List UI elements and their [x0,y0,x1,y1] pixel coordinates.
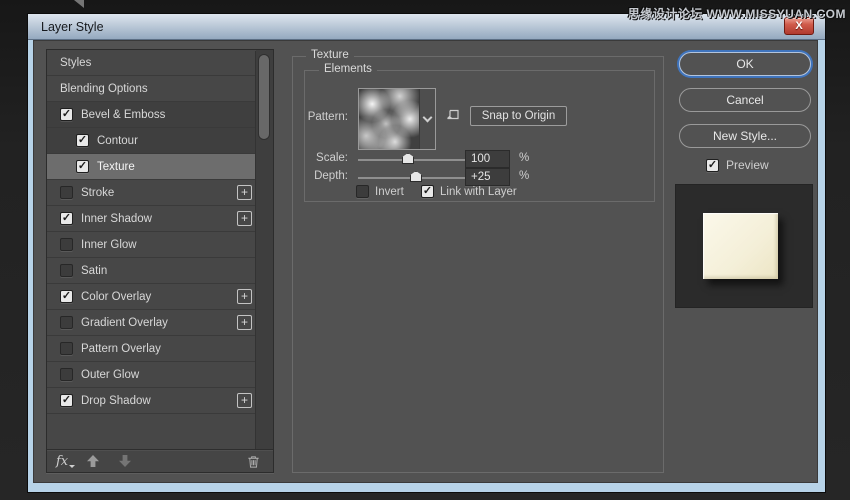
sidebar-item-label: Gradient Overlay [81,316,168,329]
layer-style-dialog: Layer Style X StylesBlending OptionsBeve… [28,14,825,492]
chevron-down-icon [422,112,433,122]
ok-button[interactable]: OK [679,52,811,76]
fx-menu-button[interactable]: fx [56,454,76,469]
sidebar-item-label: Texture [97,160,135,173]
snap-to-origin-button[interactable]: Snap to Origin [470,106,567,126]
effect-checkbox[interactable] [60,316,73,329]
effect-checkbox[interactable] [60,342,73,355]
add-effect-instance-button[interactable]: + [237,393,252,408]
texture-panel: Texture Elements Pattern: Snap to Origin… [292,49,664,473]
sidebar-item-bevel-emboss[interactable]: Bevel & Emboss [47,102,256,128]
add-effect-instance-button[interactable]: + [237,289,252,304]
sidebar-item-stroke[interactable]: Stroke + [47,180,256,206]
depth-slider-thumb[interactable] [410,171,422,182]
effect-checkbox[interactable] [60,238,73,251]
style-list: Styles Blending Options Bevel & Emboss Cont… [47,50,256,450]
group-title: Elements [319,63,377,75]
style-preview-swatch [703,213,778,279]
effect-checkbox[interactable] [60,290,73,303]
sidebar-item-texture[interactable]: Texture [47,154,256,180]
scale-value-input[interactable] [465,150,510,168]
sidebar-item-drop-shadow[interactable]: Drop Shadow + [47,388,256,414]
sidebar-item-satin[interactable]: Satin [47,258,256,284]
move-effect-down-button[interactable] [117,454,132,469]
sidebar-item-label: Satin [81,264,108,277]
arrow-down-icon [118,455,131,467]
sidebar-item-gradient-overlay[interactable]: Gradient Overlay + [47,310,256,336]
effect-checkbox[interactable] [60,212,73,225]
styles-sidebar: Styles Blending Options Bevel & Emboss Cont… [46,49,274,473]
panel-title: Texture [306,49,354,61]
add-effect-instance-button[interactable]: + [237,185,252,200]
sidebar-footer: fx [47,449,273,472]
scrollbar-thumb[interactable] [258,54,270,140]
scale-unit: % [519,152,530,164]
sidebar-item-label: Blending Options [60,82,148,95]
trash-icon [248,456,259,468]
sidebar-item-inner-shadow[interactable]: Inner Shadow + [47,206,256,232]
effect-checkbox[interactable] [60,264,73,277]
effect-checkbox[interactable] [60,186,73,199]
sidebar-item-label: Bevel & Emboss [81,108,166,121]
effect-checkbox[interactable] [76,160,89,173]
desktop-background: 思缘设计论坛 WWW.MISSYUAN.COM Layer Style X St… [0,0,850,500]
dialog-title: Layer Style [41,19,104,34]
preview-checkbox[interactable] [706,158,719,172]
pattern-dropdown-button[interactable] [419,89,435,149]
sidebar-item-label: Inner Glow [81,238,137,251]
dialog-body: Styles Blending Options Bevel & Emboss Cont… [33,40,818,483]
effect-checkbox[interactable] [76,134,89,147]
add-effect-instance-button[interactable]: + [237,211,252,226]
sidebar-item-label: Pattern Overlay [81,342,161,355]
sidebar-item-label: Styles [60,56,92,69]
depth-value-input[interactable] [465,168,510,186]
arrow-up-icon [86,455,99,467]
sidebar-item-blending-options[interactable]: Blending Options [47,76,256,102]
add-effect-instance-button[interactable]: + [237,315,252,330]
preview-checkbox-row[interactable]: Preview [706,158,769,172]
cancel-button[interactable]: Cancel [679,88,811,112]
preview-label: Preview [726,158,769,172]
elements-group: Elements Pattern: Snap to Origin Scale: … [304,63,655,202]
scale-label: Scale: [316,152,348,164]
depth-unit: % [519,170,530,182]
sidebar-item-inner-glow[interactable]: Inner Glow [47,232,256,258]
sidebar-item-pattern-overlay[interactable]: Pattern Overlay [47,336,256,362]
sidebar-scrollbar[interactable] [255,51,272,449]
effect-checkbox[interactable] [60,394,73,407]
scale-slider-thumb[interactable] [402,153,414,164]
watermark-text: 思缘设计论坛 WWW.MISSYUAN.COM [627,7,846,21]
depth-label: Depth: [314,170,348,182]
new-pattern-preset-button[interactable] [445,107,461,123]
sidebar-item-label: Color Overlay [81,290,152,303]
sidebar-item-outer-glow[interactable]: Outer Glow [47,362,256,388]
sidebar-item-contour[interactable]: Contour [47,128,256,154]
invert-label: Invert [375,185,404,198]
sidebar-item-styles[interactable]: Styles [47,50,256,76]
folded-corner-decoration [74,0,84,8]
sidebar-item-color-overlay[interactable]: Color Overlay + [47,284,256,310]
delete-effect-button[interactable] [246,454,261,469]
sidebar-item-label: Stroke [81,186,115,199]
link-with-layer-checkbox[interactable] [421,185,434,198]
invert-checkbox[interactable] [356,185,369,198]
link-with-layer-checkbox-row[interactable]: Link with Layer [421,185,517,198]
pattern-label: Pattern: [307,111,348,123]
new-style-button[interactable]: New Style... [679,124,811,148]
sidebar-item-label: Contour [97,134,138,147]
invert-checkbox-row[interactable]: Invert [356,185,404,198]
sidebar-item-label: Outer Glow [81,368,140,381]
pattern-picker[interactable] [358,88,436,150]
move-effect-up-button[interactable] [85,454,100,469]
effect-checkbox[interactable] [60,368,73,381]
sidebar-item-label: Drop Shadow [81,394,151,407]
link-with-layer-label: Link with Layer [440,185,517,198]
new-preset-icon [447,109,459,120]
sidebar-item-label: Inner Shadow [81,212,152,225]
pattern-thumbnail[interactable] [359,89,419,149]
style-preview-thumbnail [675,184,813,308]
effect-checkbox[interactable] [60,108,73,121]
